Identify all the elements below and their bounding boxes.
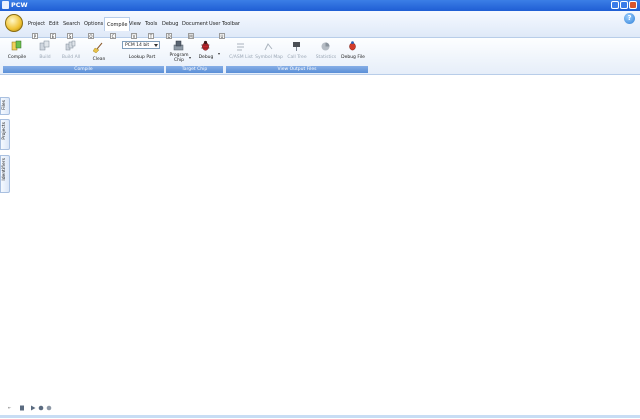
menu-document[interactable]: Document — [182, 21, 208, 27]
build-all-button[interactable]: Build All — [60, 40, 82, 64]
menu-compile[interactable]: Compile — [104, 17, 131, 31]
debug-file-icon — [349, 41, 356, 51]
statistics-icon — [321, 42, 330, 51]
program-chip-button[interactable]: Program Chip — [168, 40, 190, 66]
call-tree-icon — [293, 42, 300, 51]
sidetab-identifiers-label: Identifiers — [2, 158, 7, 181]
keytip-view: V — [131, 33, 137, 39]
menu-tools[interactable]: Tools — [145, 21, 157, 27]
statistics-button[interactable]: Statistics — [313, 40, 339, 64]
c-asm-list-button[interactable]: C/ASM List — [228, 40, 254, 64]
keytip-options: O — [88, 33, 94, 39]
help-icon[interactable]: ? — [624, 13, 635, 24]
menu-search[interactable]: Search — [63, 21, 80, 27]
broom-icon — [93, 42, 103, 53]
step-icon[interactable] — [38, 405, 44, 411]
statistics-label: Statistics — [315, 55, 337, 60]
keytip-project: P — [32, 33, 38, 39]
keytip-search: S — [67, 33, 73, 39]
chevron-down-icon — [154, 44, 158, 47]
menu-view[interactable]: View — [129, 21, 141, 27]
keytip-tools: T — [148, 33, 154, 39]
keytip-debug: D — [166, 33, 172, 39]
compile-button[interactable]: Compile — [6, 40, 28, 64]
title-bar: PCW — [0, 0, 640, 11]
compiler-select[interactable]: PCM 14 bit — [122, 41, 160, 49]
sidetab-identifiers[interactable]: Identifiers — [0, 155, 10, 193]
keytip-document: M — [188, 33, 194, 39]
status-bar — [0, 399, 640, 419]
debug-dropdown-icon[interactable]: ▾ — [218, 51, 220, 56]
build-label: Build — [39, 55, 51, 60]
keytip-user-toolbar: U — [219, 33, 225, 39]
build-all-icon — [65, 40, 76, 51]
stop-icon[interactable] — [46, 405, 52, 411]
window-title: PCW — [11, 1, 28, 9]
lookup-part-label: Lookup Part — [128, 55, 156, 60]
sidetab-files-label: Files — [2, 100, 7, 110]
build-all-label: Build All — [61, 55, 81, 60]
call-tree-button[interactable]: Call Tree — [285, 40, 309, 64]
debug-label: Debug — [198, 55, 214, 60]
minimize-button[interactable] — [611, 1, 619, 9]
menu-user-toolbar[interactable]: User Toolbar — [209, 21, 240, 27]
clean-label: Clean — [92, 57, 106, 62]
sidetab-projects[interactable]: Projects — [0, 119, 10, 150]
keytip-compile: C — [110, 33, 116, 39]
debug-file-label: Debug File — [341, 55, 365, 60]
menu-debug[interactable]: Debug — [162, 21, 178, 27]
c-asm-list-label: C/ASM List — [229, 55, 253, 60]
application-menu-button[interactable] — [5, 14, 23, 32]
group-target-chip-label: Target Chip — [166, 66, 223, 73]
asm-list-icon — [237, 43, 244, 51]
status-bar-border — [0, 415, 640, 418]
run-icon[interactable] — [30, 405, 36, 411]
clean-button[interactable]: Clean — [89, 40, 109, 64]
sidetab-projects-label: Projects — [2, 122, 7, 140]
keytip-edit: E — [50, 33, 56, 39]
symbol-map-button[interactable]: Symbol Map — [255, 40, 283, 64]
menu-edit[interactable]: Edit — [49, 21, 59, 27]
build-icon — [39, 40, 50, 51]
call-tree-label: Call Tree — [287, 55, 307, 60]
symbol-map-label: Symbol Map — [255, 55, 283, 60]
debug-file-button[interactable]: Debug File — [341, 40, 365, 64]
workspace[interactable] — [10, 76, 640, 399]
bookmark-icon[interactable] — [19, 405, 25, 411]
bug-icon — [201, 40, 210, 51]
app-icon — [2, 1, 9, 9]
program-chip-label: Program Chip — [169, 53, 189, 63]
maximize-button[interactable] — [620, 1, 628, 9]
menu-project[interactable]: Project — [28, 21, 45, 27]
sidetab-files[interactable]: Files — [0, 97, 10, 115]
program-chip-dropdown-icon[interactable]: ▾ — [189, 55, 191, 60]
lookup-part-button[interactable]: Lookup Part — [124, 55, 160, 60]
group-compile-label: Compile — [3, 66, 164, 73]
symbol-map-icon — [264, 43, 273, 51]
compile-icon — [11, 40, 22, 51]
build-button[interactable]: Build — [35, 40, 55, 64]
chip-programmer-icon — [173, 40, 184, 51]
menu-options[interactable]: Options — [84, 21, 103, 27]
close-button[interactable] — [629, 1, 637, 9]
status-arrow-icon[interactable]: ⇤ — [8, 405, 14, 411]
compiler-select-value: PCM 14 bit — [125, 43, 150, 48]
compile-label: Compile — [7, 55, 27, 60]
group-view-output-label: View Output Files — [226, 66, 368, 73]
debug-button[interactable]: Debug — [196, 40, 216, 64]
